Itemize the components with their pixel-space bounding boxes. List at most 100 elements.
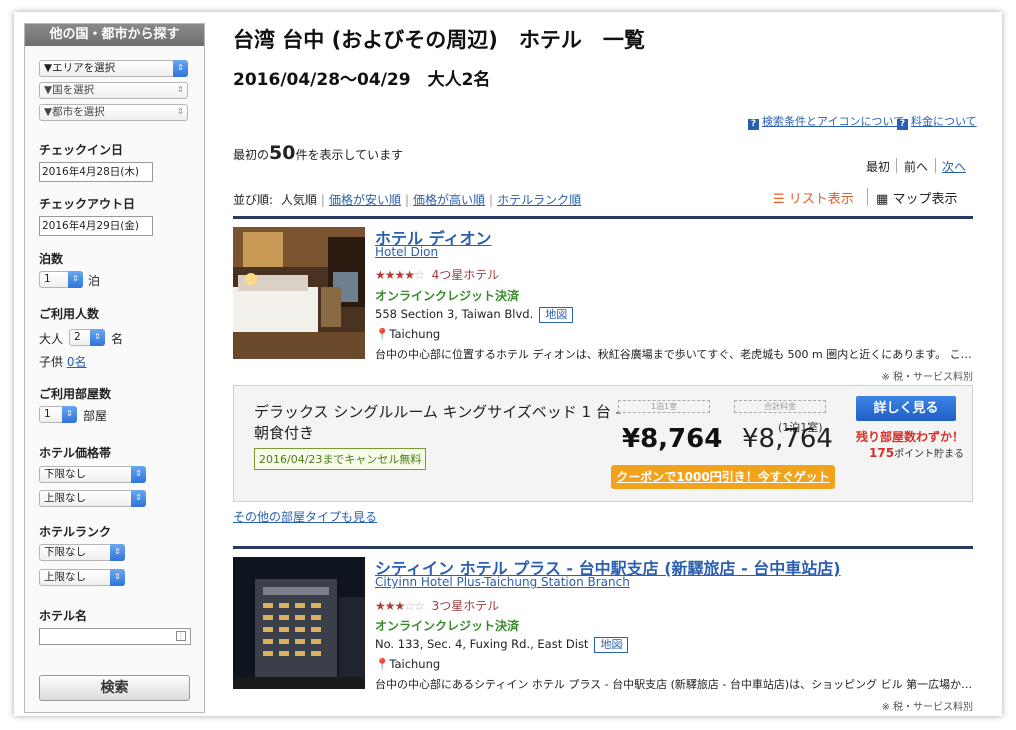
city-select[interactable]: ▼都市を選択 ⇕	[39, 104, 188, 121]
hotel-photo[interactable]	[233, 557, 365, 689]
per-night-label: 1泊1室	[618, 400, 710, 413]
hotel-building-image	[233, 557, 365, 689]
hotel-name-en-link[interactable]: Cityinn Hotel Plus-Taichung Station Bran…	[375, 575, 630, 589]
price-max-value: 上限なし	[44, 492, 86, 504]
view-divider	[867, 188, 868, 206]
sort-rank-link[interactable]: ホテルランク順	[497, 193, 581, 207]
count-prefix: 最初の	[233, 148, 270, 162]
sort-popular: 人気順	[280, 193, 317, 207]
room-offer: デラックス シングルルーム キングサイズベッド 1 台 - 朝食付き 2016/…	[233, 385, 973, 502]
total-label: 合計料金	[734, 400, 826, 413]
hotel-address: No. 133, Sec. 4, Fuxing Rd., East Dist 地図	[375, 637, 629, 653]
price-min-select[interactable]: 下限なし ⇕	[39, 466, 146, 483]
adults-select[interactable]: 2 ⇕	[69, 329, 105, 346]
star-rating: ★★★★☆ 4つ星ホテル	[375, 266, 499, 283]
points-suffix: ポイント貯まる	[894, 449, 965, 460]
star-icon: ★★★	[375, 599, 405, 613]
adults-label: 大人	[39, 332, 64, 346]
search-sidebar: 他の国・都市から探す ▼エリアを選択 ⇕ ▼国を選択 ⇕ ▼都市を選択 ⇕ チェ…	[24, 23, 205, 713]
help-price-text: 料金について	[911, 115, 977, 128]
pager-first: 最初	[866, 160, 891, 174]
rooms-remaining-alert: 残り部屋数わずか！	[856, 430, 965, 444]
checkout-label: チェックアウト日	[39, 197, 136, 211]
location-pin-icon: 📍	[375, 657, 390, 671]
adults-value: 2	[74, 331, 81, 343]
help-price-link[interactable]: ? 料金について	[897, 113, 977, 130]
area-select-label: ▼エリアを選択	[44, 62, 116, 74]
country-select-label: ▼国を選択	[44, 84, 95, 96]
children-link[interactable]: 0名	[67, 355, 87, 369]
price-max-select[interactable]: 上限なし ⇕	[39, 490, 146, 507]
address-text: No. 133, Sec. 4, Fuxing Rd., East Dist	[375, 637, 589, 651]
checkout-field[interactable]: 2016年4月29日(金)	[39, 216, 153, 236]
hotel-room-image	[233, 227, 365, 359]
hotel-description: 台中の中心部にあるシティイン ホテル プラス - 台中駅支店 (新驛旅店 - 台…	[375, 678, 973, 691]
result-count: 最初の50件を表示しています	[233, 142, 403, 164]
chevron-updown-icon: ⇕	[173, 60, 188, 77]
checkin-field[interactable]: 2016年4月28日(木)	[39, 162, 153, 182]
rank-max-select[interactable]: 上限なし ⇕	[39, 569, 125, 586]
hotel-description: 台中の中心部に位置するホテル ディオンは、秋紅谷廣場まで歩いてすぐ、老虎城も 5…	[375, 348, 972, 361]
points-earned: 175ポイント貯まる	[869, 445, 964, 460]
price-per-night: ¥8,764	[622, 424, 723, 454]
map-button[interactable]: 地図	[594, 637, 629, 653]
chevron-updown-icon: ⇕	[68, 271, 83, 288]
rank-max-value: 上限なし	[44, 571, 86, 583]
star-empty-icon: ☆	[414, 268, 425, 282]
nights-value: 1	[44, 273, 51, 285]
help-conditions-text: 検索条件とアイコンについて	[762, 115, 905, 128]
count-suffix: 件を表示しています	[295, 148, 404, 162]
location-pin-icon: 📍	[375, 327, 390, 341]
sort-price-low-link[interactable]: 価格が安い順	[329, 193, 401, 207]
tax-note: ※ 税・サービス料別	[881, 702, 973, 713]
rooms-select[interactable]: 1 ⇕	[39, 406, 77, 423]
children-label: 子供	[39, 355, 64, 369]
room-name: デラックス シングルルーム キングサイズベッド 1 台 - 朝食付き	[254, 403, 621, 442]
points-value: 175	[869, 446, 895, 460]
chevron-updown-icon: ⇕	[110, 544, 125, 561]
sort-price-high-link[interactable]: 価格が高い順	[413, 193, 485, 207]
hotel-name-en-link[interactable]: Hotel Dion	[375, 245, 438, 259]
chevron-updown-icon: ⇕	[131, 466, 146, 483]
rooms-label: ご利用部屋数	[39, 387, 112, 401]
payment-badge: オンラインクレジット決済	[375, 619, 520, 633]
country-select[interactable]: ▼国を選択 ⇕	[39, 82, 188, 99]
question-icon: ?	[748, 119, 759, 130]
rank-text: 4つ星ホテル	[431, 268, 500, 282]
hotel-name-input[interactable]	[39, 628, 191, 645]
area-select[interactable]: ▼エリアを選択 ⇕	[39, 60, 188, 77]
chevron-updown-icon: ⇕	[90, 329, 105, 346]
rooms-value: 1	[44, 408, 51, 420]
map-button[interactable]: 地図	[539, 307, 574, 323]
list-view-label: リスト表示	[788, 192, 854, 207]
hotel-photo[interactable]	[233, 227, 365, 359]
search-button[interactable]: 検索	[39, 675, 190, 701]
sort-label: 並び順:	[233, 193, 274, 207]
list-view-toggle[interactable]: ☰ リスト表示	[773, 188, 854, 207]
free-cancel-badge: 2016/04/23までキャンセル無料	[254, 448, 427, 470]
sort-bar: 並び順: 人気順 | 価格が安い順 | 価格が高い順 | ホテルランク順	[233, 193, 582, 207]
star-empty-icon: ☆☆	[404, 599, 424, 613]
star-rating: ★★★☆☆ 3つ星ホテル	[375, 597, 499, 614]
hotel-city: 📍Taichung	[375, 657, 440, 671]
list-icon: ☰	[773, 192, 785, 207]
result-divider	[233, 216, 973, 219]
city-select-label: ▼都市を選択	[44, 106, 105, 118]
checkin-label: チェックイン日	[39, 143, 124, 157]
pager-next[interactable]: 次へ	[942, 158, 966, 175]
price-min-value: 下限なし	[44, 468, 86, 480]
children-row: 子供 0名	[39, 353, 86, 370]
question-icon: ?	[897, 119, 908, 130]
payment-badge: オンラインクレジット決済	[375, 289, 520, 303]
nights-select[interactable]: 1 ⇕	[39, 271, 83, 288]
map-view-toggle[interactable]: ▦ マップ表示	[876, 188, 957, 207]
rank-min-select[interactable]: 下限なし ⇕	[39, 544, 125, 561]
other-rooms-link[interactable]: その他の部屋タイプも見る	[233, 508, 377, 525]
details-button[interactable]: 詳しく見る	[856, 396, 956, 421]
address-text: 558 Section 3, Taiwan Blvd.	[375, 307, 534, 321]
coupon-button[interactable]: クーポンで1000円引き！今すぐゲット	[611, 465, 835, 489]
help-conditions-link[interactable]: ? 検索条件とアイコンについて	[748, 113, 904, 130]
nights-unit: 泊	[88, 274, 101, 288]
chevron-updown-icon: ⇕	[177, 107, 184, 116]
city-text: Taichung	[389, 657, 441, 671]
